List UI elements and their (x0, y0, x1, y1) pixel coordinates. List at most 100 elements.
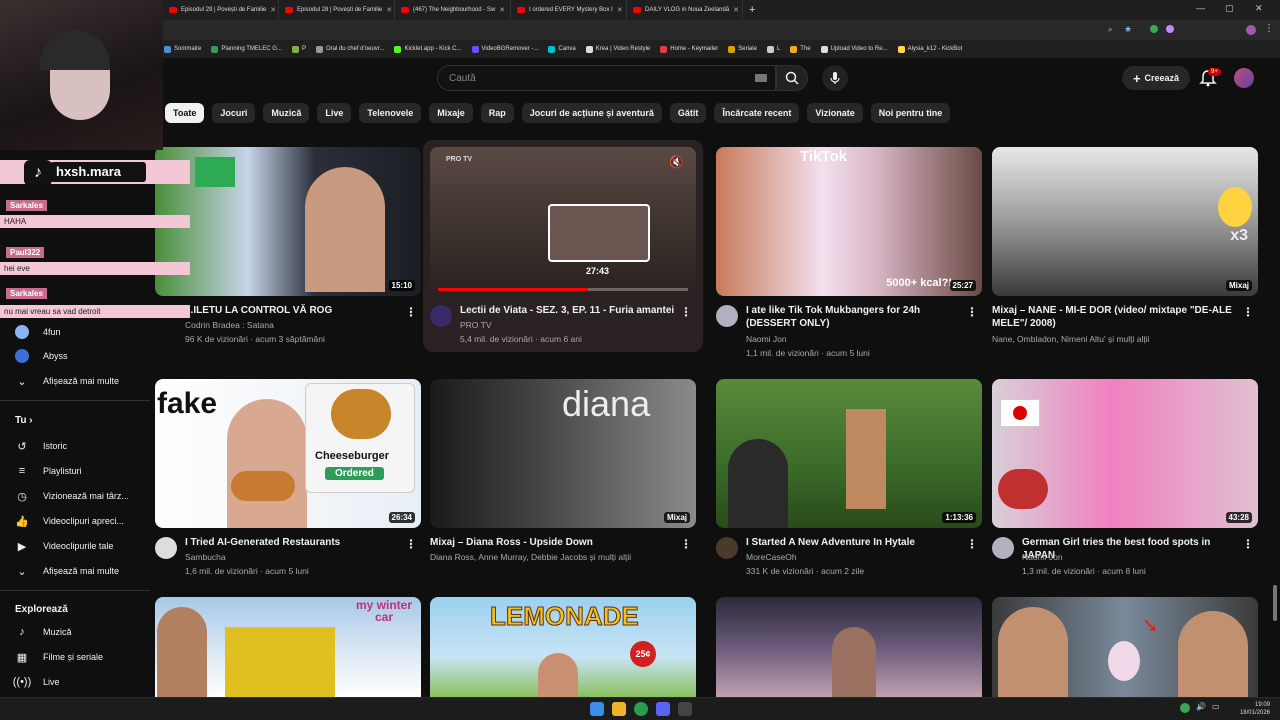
video-thumbnail[interactable]: x3 Mixaj (992, 147, 1258, 296)
video-title[interactable]: I Started A New Adventure In Hytale (746, 536, 966, 549)
sidebar-item-films[interactable]: ▦ Filme și seriale (15, 650, 103, 664)
mute-icon[interactable]: 🔇 (669, 155, 684, 169)
more-options-icon[interactable]: ⋮ (1242, 537, 1254, 551)
chrome-icon[interactable] (634, 702, 648, 716)
browser-tab[interactable]: (467) The Neighbourhood - Sw ✕ (395, 0, 511, 20)
video-thumbnail[interactable] (716, 597, 982, 697)
bookmark[interactable]: VideoBGRemover -... (471, 45, 538, 53)
more-options-icon[interactable]: ⋮ (405, 305, 417, 319)
sidebar-item-your-videos[interactable]: ▶ Videoclipurile tale (15, 539, 114, 553)
close-icon[interactable]: ✕ (499, 6, 505, 14)
video-thumbnail[interactable]: ➘ (992, 597, 1258, 697)
chip-telenovelas[interactable]: Telenovele (359, 103, 422, 123)
channel-name[interactable]: Naomi Jon (746, 334, 787, 344)
create-button[interactable]: + Creează (1122, 66, 1190, 90)
sidebar-item-history[interactable]: ↺ Istoric (15, 439, 67, 453)
tray-icon[interactable] (1180, 703, 1190, 713)
video-thumbnail[interactable]: 1:13:36 (716, 379, 982, 528)
channel-name[interactable]: Codrin Bradea : Satana (185, 320, 274, 330)
bookmark[interactable]: Seriale (728, 45, 757, 53)
keyboard-icon[interactable] (755, 74, 767, 82)
chip-all[interactable]: Toate (165, 103, 205, 123)
video-title[interactable]: Mixaj – Diana Ross - Upside Down (430, 536, 680, 549)
channel-avatar[interactable] (716, 537, 738, 559)
chip-games[interactable]: Jocuri (212, 103, 256, 123)
menu-dots-icon[interactable]: ⋮ (1264, 23, 1274, 34)
bookmark[interactable]: Planning TMELEC G... (211, 45, 282, 53)
bookmark[interactable]: Oral du chef d'oeuvr... (315, 45, 384, 53)
video-thumbnail[interactable]: TikTok 5000+ kcal?! 25:27 (716, 147, 982, 296)
profile-icon[interactable] (1246, 25, 1256, 35)
bookmark[interactable]: Upload Video to Re... (820, 45, 888, 53)
extension-icon[interactable] (1166, 25, 1174, 33)
browser-tab[interactable]: I ordered EVERY Mystery Box I ✕ (511, 0, 627, 20)
more-options-icon[interactable]: ⋮ (966, 305, 978, 319)
video-thumbnail[interactable]: diana Mixaj (430, 379, 696, 528)
extension-icon[interactable] (1150, 25, 1158, 33)
browser-tab[interactable]: Episodul 29 | Povești de Familie ✕ (163, 0, 279, 20)
channel-avatar[interactable] (992, 537, 1014, 559)
sidebar-item-music[interactable]: ♪ Muzică (15, 625, 71, 639)
close-icon[interactable]: ✕ (733, 6, 739, 14)
sidebar-item-watch-later[interactable]: ◷ Vizionează mai târz... (15, 489, 129, 503)
chip-live[interactable]: Live (317, 103, 352, 123)
chip-rap[interactable]: Rap (480, 103, 514, 123)
sidebar-sub-4fun[interactable]: 4fun (15, 325, 61, 339)
minimize-icon[interactable]: — (1196, 3, 1205, 13)
chip-music[interactable]: Muzică (263, 103, 310, 123)
channel-name[interactable]: Diana Ross, Anne Murray, Debbie Jacobs ș… (430, 552, 631, 562)
chip-recently-uploaded[interactable]: Încărcate recent (714, 103, 800, 123)
address-bar[interactable]: ⌕ ★ ⋮ (0, 20, 1280, 40)
bookmark[interactable]: Krea | Video Restyle (585, 45, 650, 53)
video-title[interactable]: Lectii de Viata - SEZ. 3, EP. 11 - Furia… (460, 304, 680, 317)
close-window-icon[interactable]: ✕ (1255, 3, 1263, 14)
browser-tab[interactable]: DAILY VLOG in Noua Zeelandă ✕ (627, 0, 743, 20)
bookmark[interactable]: Home - Keymailer (660, 45, 718, 53)
channel-name[interactable]: Nane, Ombladon, Nimeni Altu' și mulți al… (992, 334, 1150, 344)
search-input[interactable]: Caută (437, 65, 776, 91)
channel-avatar[interactable] (716, 305, 738, 327)
close-icon[interactable]: ✕ (386, 6, 392, 14)
close-icon[interactable]: ✕ (617, 6, 623, 14)
volume-icon[interactable]: 🔊 (1196, 702, 1206, 711)
chip-cooking[interactable]: Gătit (669, 103, 707, 123)
new-tab-icon[interactable]: + (743, 4, 761, 16)
video-title[interactable]: I ate like Tik Tok Mukbangers for 24h (D… (746, 304, 966, 330)
bookmark[interactable]: Alysia_k12 - KickBot (897, 45, 962, 53)
user-avatar[interactable] (1234, 68, 1254, 88)
channel-avatar[interactable] (155, 537, 177, 559)
search-button[interactable] (776, 65, 808, 91)
video-preview[interactable]: PRO TV 🔇 27:43 (430, 147, 696, 296)
more-options-icon[interactable]: ⋮ (405, 537, 417, 551)
more-options-icon[interactable]: ⋮ (1242, 305, 1254, 319)
chip-action-adventure[interactable]: Jocuri de acțiune și aventură (521, 103, 662, 123)
start-icon[interactable] (590, 702, 604, 716)
channel-avatar[interactable] (430, 305, 452, 327)
channel-name[interactable]: Sambucha (185, 552, 226, 562)
page-scrollbar[interactable] (1273, 585, 1277, 621)
sidebar-show-more[interactable]: ⌄ Afișează mai multe (15, 374, 119, 388)
browser-tab[interactable]: Episodul 28 | Povești de Familie ✕ (279, 0, 395, 20)
star-icon[interactable]: ★ (1124, 24, 1132, 35)
sidebar-show-more[interactable]: ⌄ Afișează mai multe (15, 564, 119, 578)
bookmark[interactable]: P (291, 45, 306, 53)
chip-watched[interactable]: Vizionate (807, 103, 863, 123)
video-title[interactable]: Mixaj – NANE - MI-E DOR (video/ mixtape … (992, 304, 1242, 330)
sidebar-item-playlists[interactable]: ≡ Playlisturi (15, 464, 82, 478)
bookmark[interactable]: The (790, 45, 811, 53)
system-clock[interactable]: 19:09 18/01/2026 (1240, 701, 1270, 717)
video-thumbnail[interactable]: LEMONADE 25¢ (430, 597, 696, 697)
discord-icon[interactable] (656, 702, 670, 716)
bookmark[interactable]: L (766, 45, 780, 53)
maximize-icon[interactable]: ▢ (1225, 3, 1234, 14)
bookmark[interactable]: Sommaire (164, 45, 201, 53)
more-options-icon[interactable]: ⋮ (680, 537, 692, 551)
more-options-icon[interactable]: ⋮ (966, 537, 978, 551)
battery-icon[interactable]: ▭ (1212, 702, 1220, 711)
app-icon[interactable] (678, 702, 692, 716)
video-title[interactable]: ...ILETU LA CONTROL VĂ ROG (185, 304, 405, 317)
sidebar-item-live[interactable]: ((•)) Live (13, 675, 60, 689)
video-thumbnail[interactable]: fake Cheeseburger Ordered 26:34 (155, 379, 421, 528)
sidebar-item-liked-videos[interactable]: 👍 Videoclipuri apreci... (15, 514, 124, 528)
file-explorer-icon[interactable] (612, 702, 626, 716)
